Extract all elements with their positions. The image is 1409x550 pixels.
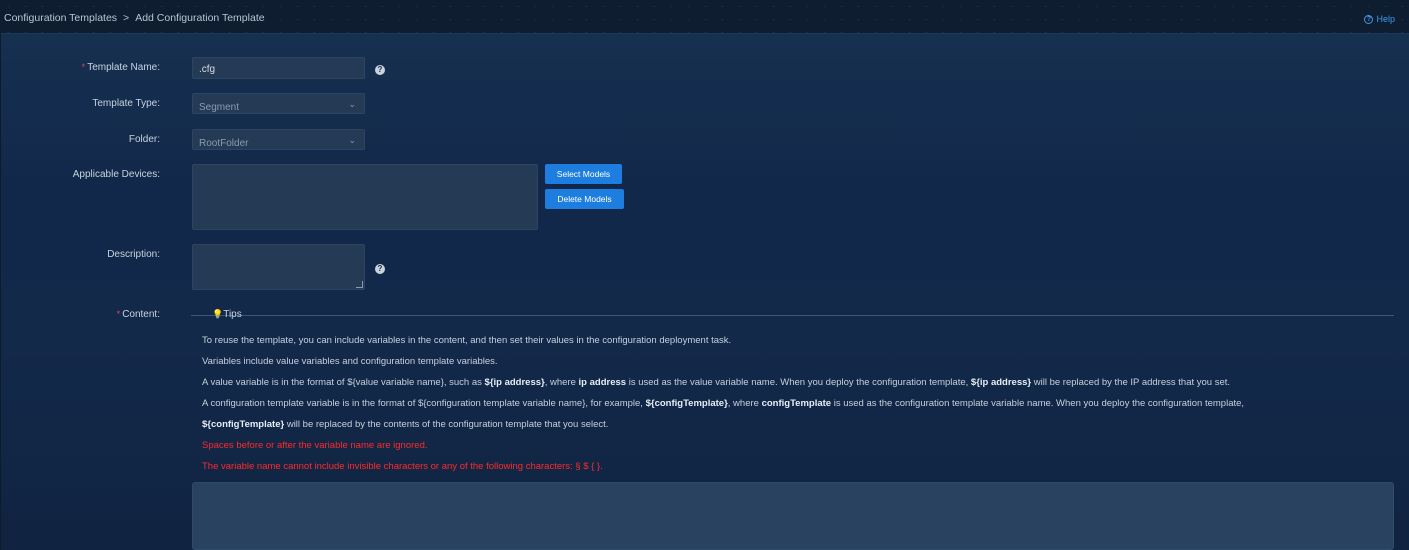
help-link[interactable]: ? Help bbox=[1364, 14, 1395, 24]
description-textarea[interactable] bbox=[192, 244, 365, 290]
template-name-help-icon[interactable]: ? bbox=[375, 65, 385, 75]
template-name-value: .cfg bbox=[199, 64, 216, 75]
folder-select[interactable]: RootFolder ⌄ bbox=[192, 129, 365, 150]
top-bar: Configuration Templates > Add Configuratio… bbox=[0, 0, 1409, 33]
tips-title: 💡Tips bbox=[212, 309, 242, 320]
template-type-value: Segment bbox=[199, 102, 240, 113]
tips-divider bbox=[191, 315, 1394, 316]
help-circle-icon: ? bbox=[1364, 14, 1374, 24]
tip-warning-1: Spaces before or after the variable name… bbox=[202, 440, 428, 451]
tip-line-3: A value variable is in the format of ${v… bbox=[202, 377, 1231, 388]
content-textarea[interactable] bbox=[192, 482, 1394, 550]
lightbulb-icon: 💡 bbox=[212, 309, 224, 319]
resize-handle-icon[interactable] bbox=[356, 281, 363, 288]
tip-line-5: ${configTemplate} will be replaced by th… bbox=[202, 419, 609, 430]
applicable-devices-list[interactable] bbox=[192, 164, 538, 230]
delete-models-button[interactable]: Delete Models bbox=[545, 189, 624, 209]
description-label: Description: bbox=[107, 249, 160, 260]
description-help-icon[interactable]: ? bbox=[375, 264, 385, 274]
tip-line-4: A configuration template variable is in … bbox=[202, 398, 1245, 409]
breadcrumb-current: Add Configuration Template bbox=[135, 12, 265, 24]
tip-line-2: Variables include value variables and co… bbox=[202, 356, 498, 367]
folder-label: Folder: bbox=[128, 134, 160, 145]
breadcrumb: Configuration Templates > Add Configuratio… bbox=[4, 12, 265, 24]
template-type-label: Template Type: bbox=[92, 98, 160, 109]
applicable-devices-label: Applicable Devices: bbox=[72, 169, 160, 180]
breadcrumb-parent-link[interactable]: Configuration Templates bbox=[4, 12, 117, 24]
folder-value: RootFolder bbox=[199, 138, 249, 149]
tip-line-1: To reuse the template, you can include v… bbox=[202, 335, 732, 346]
required-mark: * bbox=[81, 62, 86, 72]
breadcrumb-separator: > bbox=[123, 12, 130, 24]
select-models-button[interactable]: Select Models bbox=[545, 164, 622, 184]
tip-warning-2: The variable name cannot include invisib… bbox=[202, 461, 603, 472]
chevron-down-icon: ⌄ bbox=[348, 135, 356, 145]
required-mark: * bbox=[116, 309, 121, 319]
template-name-input[interactable]: .cfg bbox=[192, 57, 365, 79]
help-label: Help bbox=[1376, 14, 1395, 24]
content-label: * Content: bbox=[116, 309, 160, 320]
template-name-label: * Template Name: bbox=[81, 62, 160, 73]
chevron-down-icon: ⌄ bbox=[348, 99, 356, 109]
template-type-select[interactable]: Segment ⌄ bbox=[192, 93, 365, 114]
